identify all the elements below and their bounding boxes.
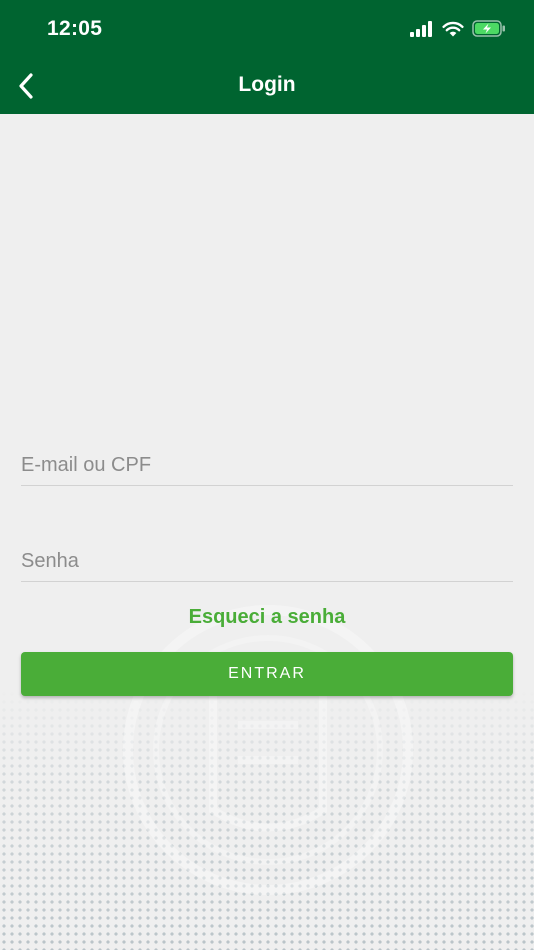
club-emblem-watermark [123, 605, 413, 895]
status-bar: 12:05 [0, 0, 534, 58]
app-header: 12:05 Login [0, 0, 534, 114]
email-field[interactable] [21, 438, 513, 486]
cellular-signal-icon [410, 20, 432, 37]
forgot-password-link[interactable]: Esqueci a senha [0, 606, 534, 629]
battery-charging-icon [472, 20, 505, 37]
page-title: Login [238, 73, 296, 96]
login-button[interactable]: ENTRAR [21, 652, 513, 696]
navigation-bar: Login [0, 58, 534, 114]
status-time: 12:05 [47, 17, 103, 40]
login-screen: 12:05 Login E-mail ou CPF Esqueci a senh… [0, 0, 534, 950]
status-icons [410, 20, 506, 37]
wifi-icon [442, 21, 464, 36]
email-input[interactable] [21, 438, 513, 485]
password-input[interactable] [21, 534, 513, 581]
password-field[interactable] [21, 534, 513, 582]
